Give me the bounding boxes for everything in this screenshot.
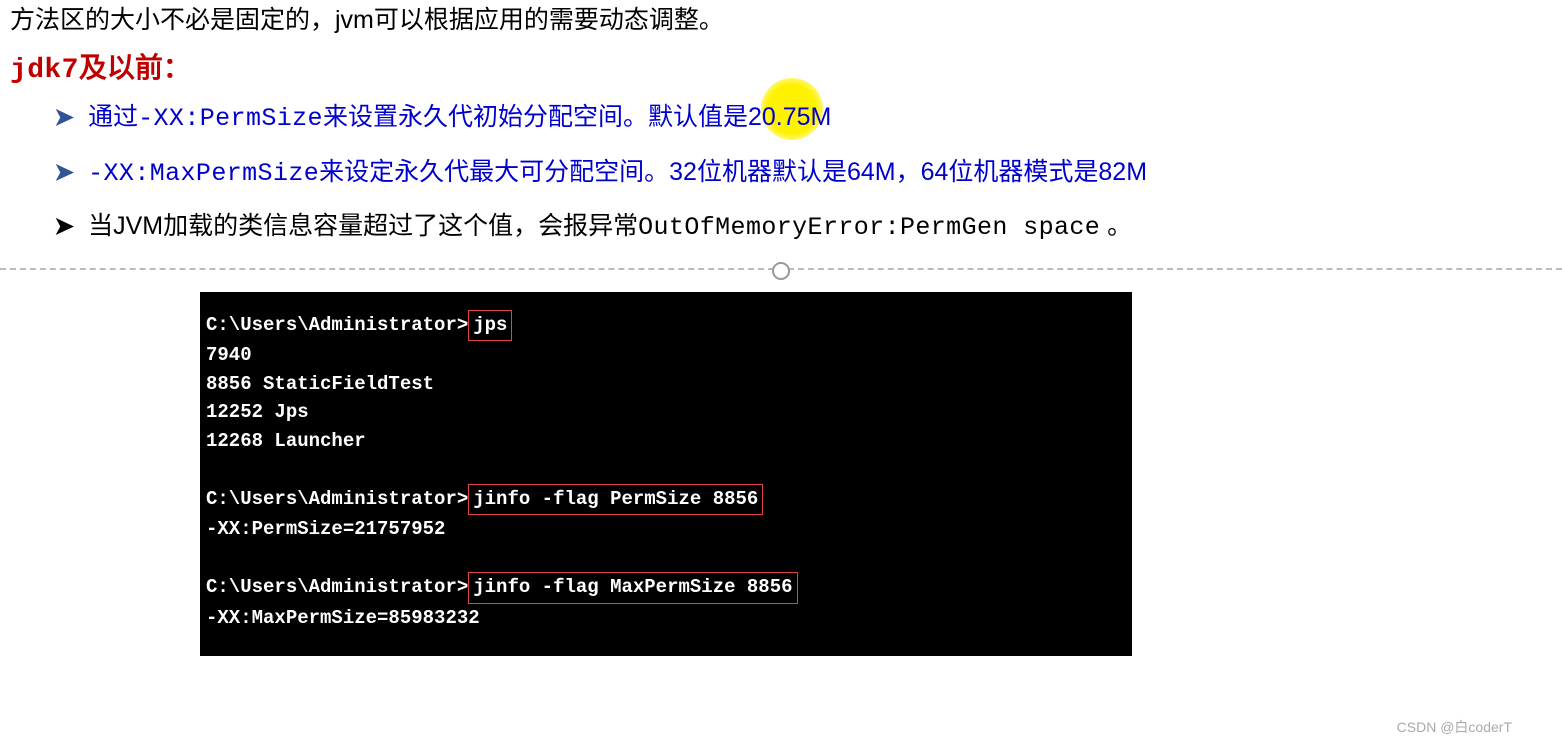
terminal-output: C:\Users\Administrator>jps 7940 8856 Sta… (200, 292, 1132, 657)
term-cmd-box: jinfo -flag PermSize 8856 (468, 484, 763, 516)
term-cmd-box: jinfo -flag MaxPermSize 8856 (468, 572, 797, 604)
list-item-text: -XX:MaxPermSize来设定永久代最大可分配空间。32位机器默认是64M… (88, 151, 1552, 196)
section-title: jdk7及以前： (10, 46, 1552, 86)
term-line: 12268 Launcher (206, 427, 1126, 456)
term-line: 7940 (206, 341, 1126, 370)
term-prompt: C:\Users\Administrator> (206, 314, 468, 336)
list-item: ➤ 通过-XX:PermSize来设置永久代初始分配空间。默认值是20.75M (54, 96, 1552, 141)
divider (0, 260, 1562, 278)
term-prompt: C:\Users\Administrator> (206, 488, 468, 510)
divider-handle-icon[interactable] (772, 262, 790, 280)
bullet-icon: ➤ (54, 207, 74, 248)
bullet-list: ➤ 通过-XX:PermSize来设置永久代初始分配空间。默认值是20.75M … (10, 96, 1552, 250)
list-item-text: 当JVM加载的类信息容量超过了这个值，会报异常OutOfMemoryError:… (88, 205, 1552, 250)
text-suffix: 。 (1100, 212, 1132, 240)
text-mid: 来设定永久代最大可分配空间。32位机器默认是64M，64位机器模式是82M (319, 158, 1147, 186)
text-prefix: 通过 (88, 103, 138, 131)
list-item-text: 通过-XX:PermSize来设置永久代初始分配空间。默认值是20.75M (88, 96, 1552, 141)
term-line: 12252 Jps (206, 398, 1126, 427)
highlight-cursor: 75M (783, 96, 832, 139)
text-mid: 来设置永久代初始分配空间。默认值是 (323, 103, 748, 131)
intro-text: 方法区的大小不必是固定的，jvm可以根据应用的需要动态调整。 (10, 0, 1552, 40)
bullet-icon: ➤ (54, 153, 74, 194)
title-mono: jdk7 (10, 55, 79, 86)
term-line: -XX:MaxPermSize=85983232 (206, 604, 1126, 633)
watermark-text: CSDN @白coderT (1397, 717, 1512, 737)
error-text: OutOfMemoryError:PermGen space (638, 213, 1100, 242)
text-prefix: 当JVM加载的类信息容量超过了这个值，会报异常 (88, 212, 638, 240)
val-part2: 75M (783, 103, 832, 131)
term-cmd-box: jps (468, 310, 512, 342)
term-line: -XX:PermSize=21757952 (206, 515, 1126, 544)
title-cn: 及以前： (79, 52, 191, 83)
flag-text: -XX:PermSize (138, 104, 323, 133)
flag-text: -XX:MaxPermSize (88, 159, 319, 188)
bullet-icon: ➤ (54, 98, 74, 139)
val-part1: 20. (748, 103, 783, 131)
list-item: ➤ -XX:MaxPermSize来设定永久代最大可分配空间。32位机器默认是6… (54, 151, 1552, 196)
term-line: 8856 StaticFieldTest (206, 370, 1126, 399)
term-prompt: C:\Users\Administrator> (206, 576, 468, 598)
list-item: ➤ 当JVM加载的类信息容量超过了这个值，会报异常OutOfMemoryErro… (54, 205, 1552, 250)
